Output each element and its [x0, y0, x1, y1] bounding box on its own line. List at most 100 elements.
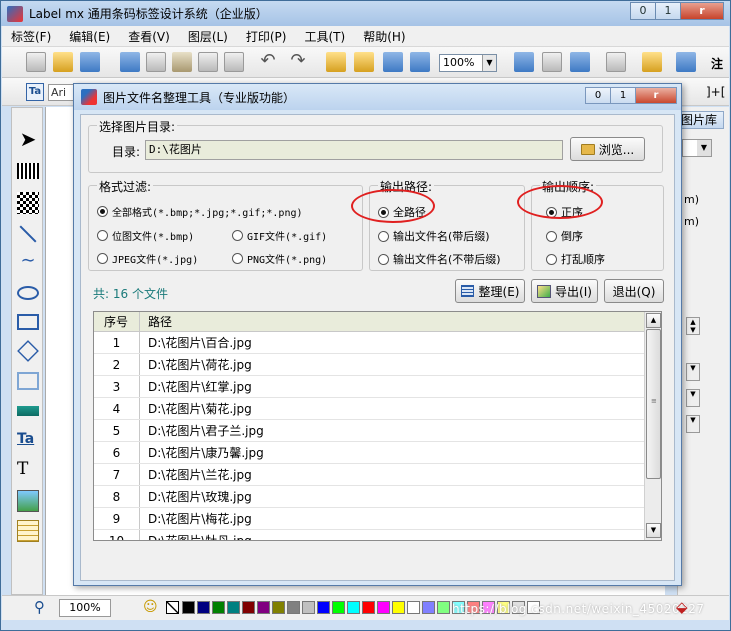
table-row[interactable]: 2 D:\花图片\荷花.jpg	[94, 354, 645, 376]
color-swatch[interactable]	[437, 601, 450, 614]
status-zoom[interactable]: 100%	[59, 599, 111, 617]
color-swatch[interactable]	[317, 601, 330, 614]
cut-icon[interactable]	[120, 52, 140, 72]
export-button[interactable]: 导出(I)	[531, 279, 598, 303]
menu-view[interactable]: 查看(V)	[119, 28, 179, 45]
organize-button[interactable]: 整理(E)	[455, 279, 525, 303]
menu-tools[interactable]: 工具(T)	[295, 28, 354, 45]
menu-edit[interactable]: 编辑(E)	[60, 28, 119, 45]
undo-icon[interactable]: ↶	[258, 52, 278, 72]
table-row[interactable]: 10 D:\花图片\牡丹.jpg	[94, 530, 645, 540]
rectangle-tool-icon[interactable]	[17, 314, 39, 330]
print-preview-icon[interactable]	[514, 52, 534, 72]
table-row[interactable]: 1 D:\花图片\百合.jpg	[94, 332, 645, 354]
color-swatch[interactable]	[212, 601, 225, 614]
font-select[interactable]: Ari	[48, 84, 76, 101]
picture-tool-icon[interactable]	[17, 490, 39, 512]
tab-picture-library[interactable]: 图片库	[678, 111, 724, 129]
smiley-icon[interactable]: ☺	[143, 599, 158, 615]
redo-icon[interactable]: ↷	[288, 52, 308, 72]
dialog-minimize-button[interactable]: 0	[585, 87, 611, 104]
paragraph-text-icon[interactable]: Ta	[17, 428, 39, 450]
fit-page-icon[interactable]	[383, 52, 403, 72]
spin-control[interactable]: ▲ ▼	[686, 317, 700, 335]
color-swatch[interactable]	[302, 601, 315, 614]
format-jpg-radio[interactable]: JPEG文件(*.jpg)	[97, 251, 198, 266]
table-row[interactable]: 4 D:\花图片\菊花.jpg	[94, 398, 645, 420]
database-icon[interactable]	[570, 52, 590, 72]
menu-label[interactable]: 标签(F)	[2, 28, 60, 45]
order-desc-radio[interactable]: 倒序	[546, 228, 583, 244]
help-icon[interactable]	[676, 52, 696, 72]
diamond-tool-icon[interactable]	[17, 340, 39, 362]
exit-button[interactable]: 退出(Q)	[604, 279, 664, 303]
open-folder-icon[interactable]	[53, 52, 73, 72]
color-swatch[interactable]	[242, 601, 255, 614]
table-row[interactable]: 5 D:\花图片\君子兰.jpg	[94, 420, 645, 442]
format-all-radio[interactable]: 全部格式(*.bmp;*.jpg;*.gif;*.png)	[97, 204, 303, 219]
color-swatch[interactable]	[377, 601, 390, 614]
right-panel-select[interactable]: ▼	[682, 139, 712, 157]
barcode-icon[interactable]	[17, 163, 39, 179]
browse-button[interactable]: 浏览...	[570, 137, 645, 161]
paste-icon[interactable]	[172, 52, 192, 72]
menu-layer[interactable]: 图层(L)	[179, 28, 237, 45]
minimize-button[interactable]: 0	[630, 2, 656, 20]
color-swatch[interactable]	[407, 601, 420, 614]
scroll-up-icon[interactable]: ▲	[646, 313, 661, 328]
order-random-radio[interactable]: 打乱顺序	[546, 251, 605, 267]
fill-bar-icon[interactable]	[17, 406, 39, 416]
color-swatch[interactable]	[362, 601, 375, 614]
select-arrow-icon[interactable]: ➤	[17, 128, 39, 150]
new-file-icon[interactable]	[26, 52, 46, 72]
dialog-maximize-button[interactable]: 1	[610, 87, 636, 104]
color-swatch[interactable]	[347, 601, 360, 614]
column-header-number[interactable]: 序号	[94, 312, 140, 331]
zoom-in-icon[interactable]	[326, 52, 346, 72]
search-icon[interactable]	[542, 52, 562, 72]
table-scrollbar[interactable]: ▲ ≡ ▼	[644, 312, 661, 540]
format-bmp-radio[interactable]: 位图文件(*.bmp)	[97, 228, 194, 243]
paint-bucket-icon[interactable]: ⬙	[676, 598, 688, 616]
settings-icon[interactable]	[642, 52, 662, 72]
path-name-ext-radio[interactable]: 输出文件名(带后缀)	[378, 228, 490, 244]
menu-help[interactable]: 帮助(H)	[354, 28, 414, 45]
table-row[interactable]: 9 D:\花图片\梅花.jpg	[94, 508, 645, 530]
color-swatch[interactable]	[332, 601, 345, 614]
text-tool-icon[interactable]: T	[17, 458, 39, 480]
table-row[interactable]: 6 D:\花图片\康乃馨.jpg	[94, 442, 645, 464]
zoom-select[interactable]: 100% ▼	[439, 54, 497, 72]
color-swatch[interactable]	[182, 601, 195, 614]
path-name-noext-radio[interactable]: 输出文件名(不带后缀)	[378, 251, 501, 267]
dropdown-icon[interactable]: ▼	[686, 415, 700, 433]
column-header-path[interactable]: 路径	[140, 312, 172, 331]
table-tool-icon[interactable]	[17, 520, 39, 542]
text-style-icon[interactable]: Ta	[26, 83, 44, 101]
zoom-out-icon[interactable]	[354, 52, 374, 72]
no-color-swatch[interactable]	[166, 601, 179, 614]
color-swatch[interactable]	[197, 601, 210, 614]
menu-print[interactable]: 打印(P)	[237, 28, 296, 45]
table-row[interactable]: 7 D:\花图片\兰花.jpg	[94, 464, 645, 486]
color-swatch[interactable]	[272, 601, 285, 614]
list-icon[interactable]	[606, 52, 626, 72]
dropdown-icon[interactable]: ▼	[686, 389, 700, 407]
color-swatch[interactable]	[287, 601, 300, 614]
directory-input[interactable]: D:\花图片	[145, 140, 563, 160]
dialog-close-button[interactable]: r	[635, 87, 677, 104]
format-gif-radio[interactable]: GIF文件(*.gif)	[232, 228, 327, 243]
ellipse-tool-icon[interactable]	[17, 286, 39, 300]
close-button[interactable]: r	[680, 2, 724, 20]
line-tool-icon[interactable]	[19, 225, 37, 243]
table-row[interactable]: 8 D:\花图片\玫瑰.jpg	[94, 486, 645, 508]
qrcode-icon[interactable]	[17, 192, 39, 214]
table-row[interactable]: 3 D:\花图片\红掌.jpg	[94, 376, 645, 398]
color-swatch[interactable]	[392, 601, 405, 614]
maximize-button[interactable]: 1	[655, 2, 681, 20]
align-icon[interactable]: ]+[	[706, 85, 725, 99]
clipboard-icon[interactable]	[224, 52, 244, 72]
format-png-radio[interactable]: PNG文件(*.png)	[232, 251, 327, 266]
scroll-down-icon[interactable]: ▼	[646, 523, 661, 538]
fit-width-icon[interactable]	[410, 52, 430, 72]
copy-icon[interactable]	[146, 52, 166, 72]
